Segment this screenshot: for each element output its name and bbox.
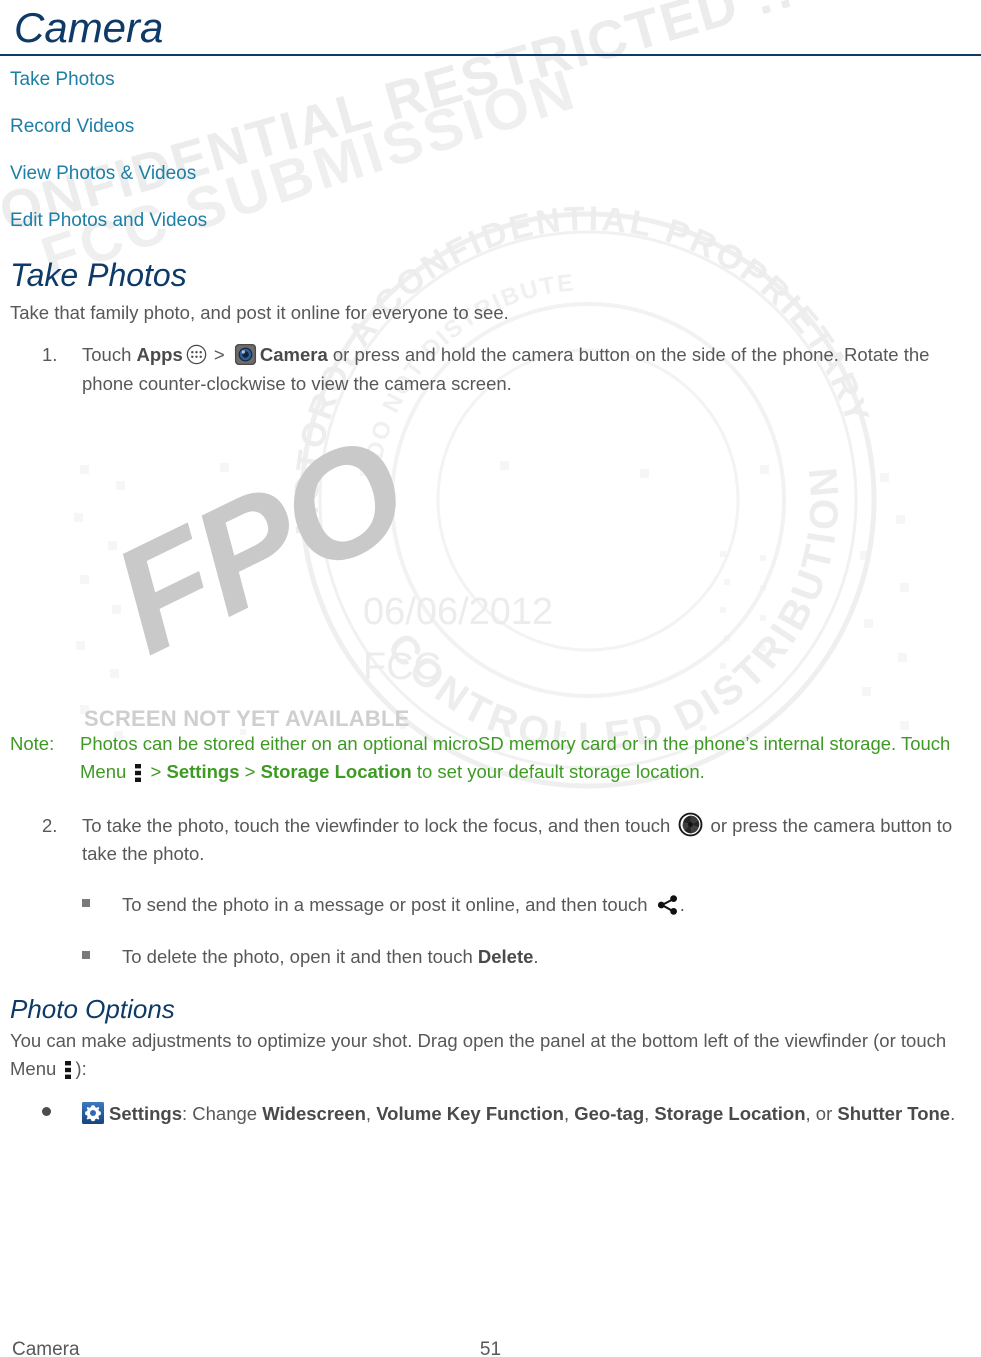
settings-sep-1: , <box>365 1102 377 1124</box>
note-bold-storage-location: Storage Location <box>260 760 412 782</box>
section-links: Take Photos Record Videos View Photos & … <box>0 56 981 232</box>
photo-options-intro: You can make adjustments to optimize you… <box>10 1027 960 1083</box>
sub-bullet-2-bold-delete: Delete <box>477 945 534 967</box>
link-take-photos[interactable]: Take Photos <box>10 69 981 91</box>
option-volume-key-function: Volume Key Function <box>376 1102 564 1124</box>
subsection-heading-photo-options: Photo Options <box>10 993 175 1024</box>
apps-grid-icon <box>186 344 207 365</box>
note-sep-1: > <box>145 760 167 782</box>
note-block: Note: Photos can be stored either on an … <box>10 730 955 786</box>
note-text: Photos can be stored either on an option… <box>10 730 955 786</box>
photo-options-intro-part2: ): <box>75 1057 87 1079</box>
step-1: 1. Touch Apps > Camera or press and hold… <box>0 341 977 398</box>
step-1-number: 1. <box>42 343 58 365</box>
list-item: To delete the photo, open it and then to… <box>0 943 981 971</box>
settings-gear-icon <box>82 1101 104 1124</box>
list-item: To send the photo in a message or post i… <box>0 891 981 919</box>
round-bullet-icon <box>42 1106 51 1116</box>
photo-options-bullets: Settings: Change Widescreen, Volume Key … <box>0 1099 981 1129</box>
step-2-text-before: To take the photo, touch the viewfinder … <box>82 814 676 836</box>
option-shutter-tone: Shutter Tone <box>837 1102 951 1124</box>
step-1-bold-camera: Camera <box>259 343 328 365</box>
settings-text-1: : Change <box>181 1102 263 1124</box>
settings-sep-4: , or <box>805 1102 838 1124</box>
sub-bullet-1-text: To send the photo in a message or post i… <box>122 894 653 916</box>
document-page: CONFIDENTIAL RESTRICTED :: MOTOROLA CONF… <box>0 0 981 1357</box>
step-1-separator: > <box>208 343 230 365</box>
step-2: 2. To take the photo, touch the viewfinde… <box>0 812 977 869</box>
sub-bullet-2-text: To delete the photo, open it and then to… <box>122 945 478 967</box>
note-sep-2: > <box>239 760 261 782</box>
settings-sep-2: , <box>563 1102 575 1124</box>
document-content: Camera Take Photos Record Videos View Ph… <box>0 0 981 1128</box>
footer-page-number: 51 <box>479 1339 502 1357</box>
camera-app-icon <box>234 343 257 366</box>
overflow-menu-icon <box>64 1060 72 1079</box>
settings-sep-3: , <box>644 1102 655 1124</box>
square-bullet-icon <box>82 950 90 959</box>
share-icon <box>657 894 679 915</box>
option-storage-location: Storage Location <box>654 1102 806 1124</box>
take-photos-sub-bullets: To send the photo in a message or post i… <box>0 891 981 971</box>
placeholder-image-area <box>0 414 981 714</box>
note-bold-settings: Settings <box>166 760 240 782</box>
shutter-icon <box>678 812 703 837</box>
page-title: Camera <box>14 4 164 51</box>
settings-text-2: . <box>950 1102 956 1124</box>
settings-bold-label: Settings <box>109 1102 182 1124</box>
link-edit-photos-videos[interactable]: Edit Photos and Videos <box>10 210 981 232</box>
option-geo-tag: Geo-tag <box>574 1102 645 1124</box>
list-item: Settings: Change Widescreen, Volume Key … <box>0 1099 981 1129</box>
note-label: Note: <box>10 733 55 755</box>
take-photos-intro: Take that family photo, and post it onli… <box>10 302 509 324</box>
photo-options-intro-part1: You can make adjustments to optimize you… <box>10 1030 947 1079</box>
take-photos-steps-continued: 2. To take the photo, touch the viewfinde… <box>0 812 981 869</box>
link-view-photos-videos[interactable]: View Photos & Videos <box>10 163 981 185</box>
sub-bullet-2-text-after: . <box>533 945 539 967</box>
option-widescreen: Widescreen <box>262 1102 366 1124</box>
take-photos-steps: 1. Touch Apps > Camera or press and hold… <box>0 341 981 398</box>
link-record-videos[interactable]: Record Videos <box>10 116 981 138</box>
step-2-number: 2. <box>42 814 58 836</box>
sub-bullet-1-text-after: . <box>679 894 685 916</box>
step-1-text-before: Touch <box>82 343 137 365</box>
overflow-menu-icon <box>134 763 142 782</box>
square-bullet-icon <box>82 899 90 908</box>
note-text-part2: to set your default storage location. <box>411 760 705 782</box>
step-1-bold-apps: Apps <box>136 343 183 365</box>
section-heading-take-photos: Take Photos <box>10 256 187 293</box>
